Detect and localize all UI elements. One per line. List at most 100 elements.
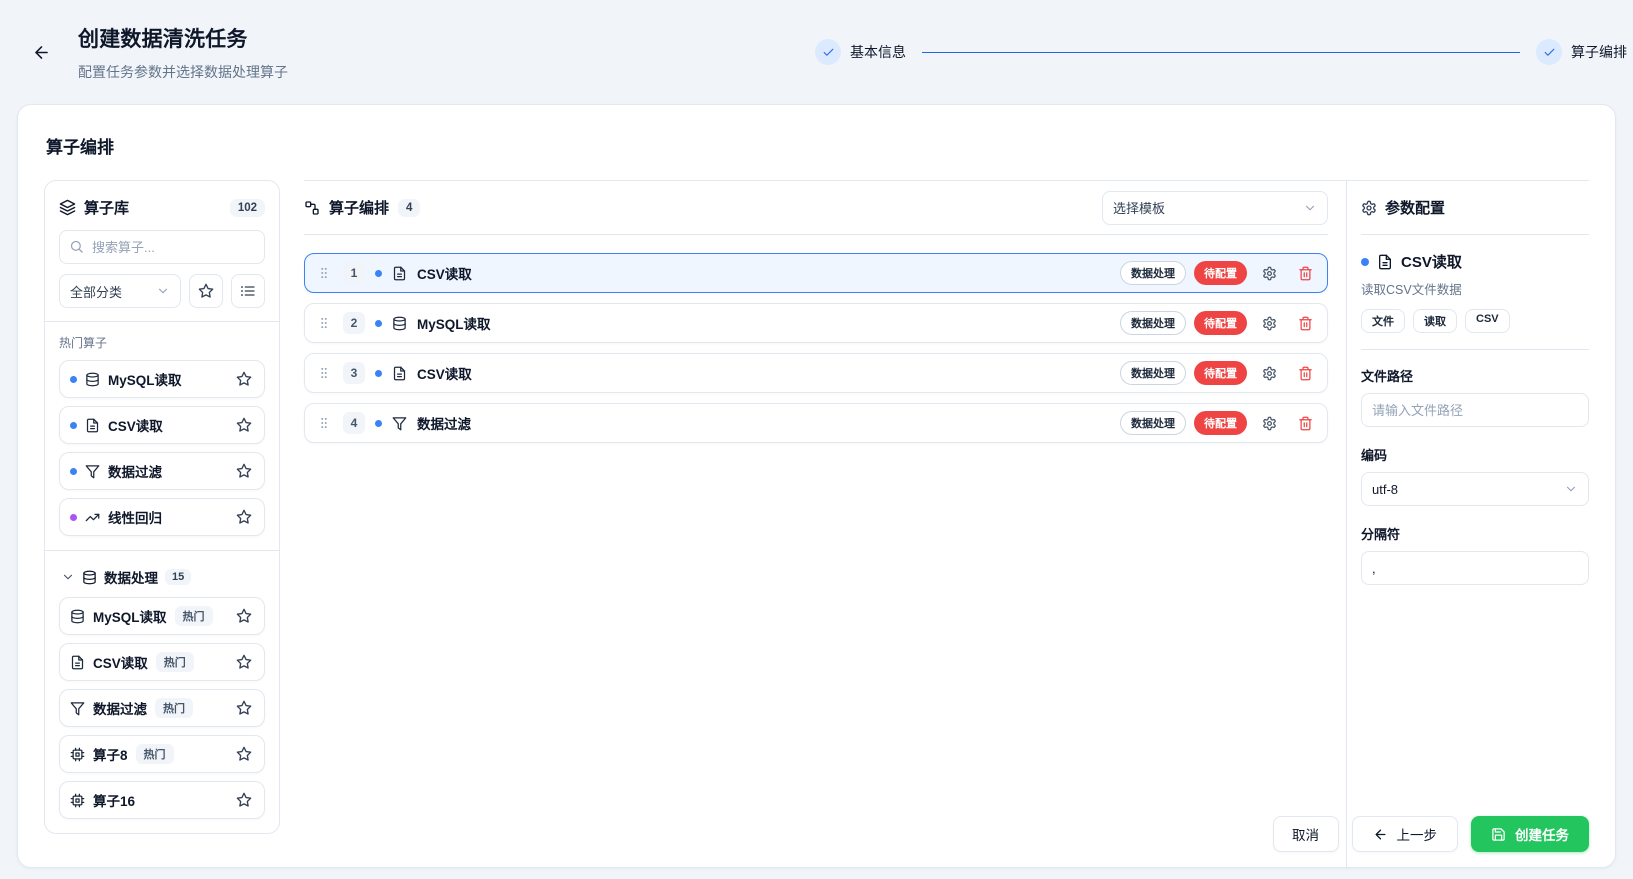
category-badge: 数据处理 [1120, 311, 1186, 335]
step-check-circle [815, 39, 841, 65]
favorite-toggle[interactable] [234, 461, 254, 481]
cpu-icon [70, 793, 85, 808]
step-check-circle [1536, 39, 1562, 65]
page-title-block: 创建数据清洗任务 配置任务参数并选择数据处理算子 [78, 23, 288, 82]
status-dot [375, 270, 382, 277]
hot-badge: 热门 [136, 744, 174, 764]
configure-button[interactable] [1255, 309, 1283, 337]
step-basic-info[interactable]: 基本信息 [815, 39, 906, 65]
library-item-mysql-read[interactable]: MySQL读取 [59, 360, 265, 398]
favorite-toggle[interactable] [234, 652, 254, 672]
library-item-operator-8[interactable]: 算子8 热门 [59, 735, 265, 773]
star-icon [236, 654, 252, 670]
gear-icon [1262, 316, 1277, 331]
back-button[interactable] [22, 33, 60, 71]
cpu-icon [70, 747, 85, 762]
divider [45, 550, 279, 551]
group-label: 数据处理 [104, 567, 158, 587]
encoding-select[interactable]: utf-8 [1361, 472, 1589, 506]
favorite-toggle[interactable] [234, 369, 254, 389]
row-label: CSV读取 [417, 263, 472, 283]
row-index-badge: 4 [343, 412, 365, 434]
item-label: CSV读取 [93, 652, 148, 672]
params-title: 参数配置 [1385, 197, 1445, 218]
favorite-toggle[interactable] [234, 744, 254, 764]
row-actions: 数据处理 待配置 [1120, 359, 1319, 387]
row-index-badge: 3 [343, 362, 365, 384]
flow-row-csv-read-2[interactable]: 3 CSV读取 数据处理 待配置 [304, 353, 1328, 393]
category-select[interactable]: 全部分类 [59, 274, 181, 308]
view-toggle-button[interactable] [231, 274, 265, 308]
library-item-csv-read[interactable]: CSV读取 [59, 406, 265, 444]
favorite-toggle[interactable] [234, 606, 254, 626]
step-operator-orchestration[interactable]: 算子编排 [1536, 39, 1627, 65]
category-badge: 数据处理 [1120, 261, 1186, 285]
status-dot [1361, 258, 1369, 266]
library-item-csv-read[interactable]: CSV读取 热门 [59, 643, 265, 681]
template-select[interactable]: 选择模板 [1102, 191, 1328, 225]
delete-button[interactable] [1291, 359, 1319, 387]
drag-handle[interactable] [315, 413, 333, 433]
grip-icon [317, 265, 331, 281]
status-badge: 待配置 [1194, 411, 1247, 435]
search-icon [69, 239, 84, 254]
library-item-operator-16[interactable]: 算子16 [59, 781, 265, 819]
row-label: CSV读取 [417, 363, 472, 383]
file-path-input[interactable] [1361, 393, 1589, 427]
flow-row-csv-read[interactable]: 1 CSV读取 数据处理 待配置 [304, 253, 1328, 293]
item-label: 算子8 [93, 744, 128, 764]
library-header: 算子库 102 [59, 195, 265, 230]
drag-handle[interactable] [315, 313, 333, 333]
favorite-toggle[interactable] [234, 790, 254, 810]
drag-handle[interactable] [315, 363, 333, 383]
tag: CSV [1465, 309, 1510, 333]
library-item-mysql-read[interactable]: MySQL读取 热门 [59, 597, 265, 635]
library-item-data-filter[interactable]: 数据过滤 热门 [59, 689, 265, 727]
params-header: 参数配置 [1361, 181, 1589, 235]
flow-row-data-filter[interactable]: 4 数据过滤 数据处理 待配置 [304, 403, 1328, 443]
delete-button[interactable] [1291, 259, 1319, 287]
row-actions: 数据处理 待配置 [1120, 309, 1319, 337]
favorite-toggle[interactable] [234, 698, 254, 718]
page-title: 创建数据清洗任务 [78, 23, 288, 53]
item-label: 线性回归 [108, 507, 162, 527]
search-input[interactable] [59, 230, 265, 264]
configure-button[interactable] [1255, 359, 1283, 387]
status-dot [70, 514, 77, 521]
library-title: 算子库 [84, 197, 129, 218]
status-dot [375, 370, 382, 377]
item-label: 数据过滤 [93, 698, 147, 718]
favorite-toggle[interactable] [234, 507, 254, 527]
create-task-button[interactable]: 创建任务 [1471, 816, 1589, 852]
step-connector-line [922, 52, 1520, 53]
favorite-toggle[interactable] [234, 415, 254, 435]
delete-button[interactable] [1291, 309, 1319, 337]
previous-step-button[interactable]: 上一步 [1352, 816, 1459, 852]
cancel-button[interactable]: 取消 [1273, 816, 1339, 852]
chevron-down-icon [1303, 201, 1317, 215]
category-badge: 数据处理 [1120, 411, 1186, 435]
library-item-data-filter[interactable]: 数据过滤 [59, 452, 265, 490]
drag-handle[interactable] [315, 263, 333, 283]
stepper: 基本信息 算子编排 [815, 39, 1627, 65]
star-icon [236, 509, 252, 525]
operator-info: CSV读取 读取CSV文件数据 文件 读取 CSV [1361, 235, 1589, 333]
delete-button[interactable] [1291, 409, 1319, 437]
status-dot [375, 420, 382, 427]
configure-button[interactable] [1255, 409, 1283, 437]
star-icon [236, 417, 252, 433]
flow-row-mysql-read[interactable]: 2 MySQL读取 数据处理 待配置 [304, 303, 1328, 343]
cancel-label: 取消 [1292, 824, 1319, 844]
arrow-left-icon [1373, 827, 1388, 842]
tag: 读取 [1413, 309, 1457, 333]
operator-library-panel: 算子库 102 全部分类 热门算子 [44, 180, 280, 834]
configure-button[interactable] [1255, 259, 1283, 287]
gear-icon [1262, 416, 1277, 431]
row-index-badge: 2 [343, 312, 365, 334]
delimiter-input[interactable] [1361, 551, 1589, 585]
page-header: 创建数据清洗任务 配置任务参数并选择数据处理算子 基本信息 算子编排 [0, 0, 1633, 104]
library-item-linear-regression[interactable]: 线性回归 [59, 498, 265, 536]
hot-badge: 热门 [156, 652, 194, 672]
group-header-data-processing[interactable]: 数据处理 15 [59, 563, 265, 597]
favorite-filter-button[interactable] [189, 274, 223, 308]
